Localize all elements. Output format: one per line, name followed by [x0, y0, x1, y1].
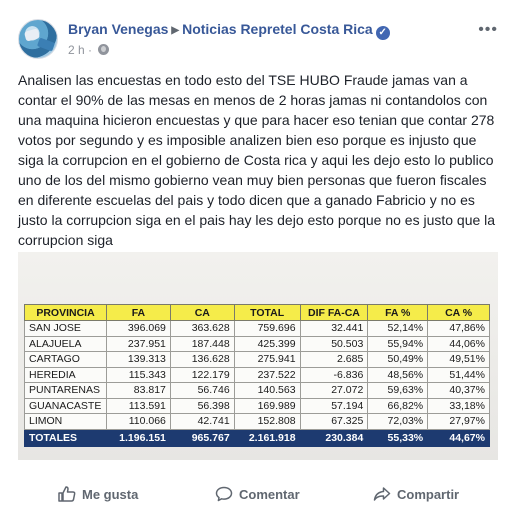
verified-badge-icon: ✓ [375, 26, 390, 40]
post-actions-bar: Me gusta Comentar Compartir [0, 480, 516, 512]
col-ca-pct: CA % [427, 304, 490, 321]
post-timestamp[interactable]: 2 h [68, 43, 85, 57]
col-dif: DIF FA-CA [299, 304, 369, 321]
table-row: GUANACASTE 113.591 56.398 169.989 57.194… [24, 397, 490, 414]
thumbs-up-icon [58, 486, 76, 502]
author-line: Bryan Venegas ▶ Noticias Repretel Costa Ri… [68, 21, 390, 40]
post-meta: 2 h · [68, 43, 110, 57]
comment-label: Comentar [239, 487, 300, 502]
col-provincia: PROVINCIA [24, 304, 107, 321]
share-button[interactable]: Compartir [373, 486, 459, 506]
table-row: HEREDIA 115.343 122.179 237.522 -6.836 4… [24, 366, 490, 383]
globe-icon [98, 44, 110, 55]
election-results-table: PROVINCIA FA CA TOTAL DIF FA-CA FA % CA … [24, 304, 490, 447]
table-header-row: PROVINCIA FA CA TOTAL DIF FA-CA FA % CA … [24, 304, 490, 321]
table-row: LIMON 110.066 42.741 152.808 67.325 72,0… [24, 413, 490, 430]
table-row: PUNTARENAS 83.817 56.746 140.563 27.072 … [24, 382, 490, 399]
share-arrow-icon [373, 487, 391, 501]
author-name[interactable]: Bryan Venegas [68, 21, 168, 37]
post-body: Analisen las encuestas en todo esto del … [18, 72, 496, 248]
post-image[interactable]: PROVINCIA FA CA TOTAL DIF FA-CA FA % CA … [18, 252, 498, 460]
like-label: Me gusta [82, 487, 139, 502]
table-row: CARTAGO 139.313 136.628 275.941 2.685 50… [24, 351, 490, 368]
table-total-row: TOTALES 1.196.151 965.767 2.161.918 230.… [24, 428, 490, 447]
comment-bubble-icon [215, 486, 233, 502]
table-row: ALAJUELA 237.951 187.448 425.399 50.503 … [24, 335, 490, 352]
like-button[interactable]: Me gusta [58, 486, 138, 506]
more-options-icon[interactable]: ••• [478, 21, 498, 39]
author-avatar[interactable] [18, 19, 58, 59]
facebook-post: Bryan Venegas ▶ Noticias Repretel Costa Ri… [0, 0, 516, 521]
col-ca: CA [169, 304, 235, 321]
post-header: Bryan Venegas ▶ Noticias Repretel Costa Ri… [18, 19, 504, 63]
table-row: SAN JOSE 396.069 363.628 759.696 32.441 … [24, 320, 490, 337]
col-total: TOTAL [233, 304, 301, 321]
col-fa-pct: FA % [367, 304, 429, 321]
share-label: Compartir [397, 487, 460, 502]
comment-button[interactable]: Comentar [215, 486, 300, 506]
caret-right-icon: ▶ [171, 25, 180, 36]
col-fa: FA [105, 304, 171, 321]
target-page-name[interactable]: Noticias Repretel Costa Rica [182, 21, 373, 37]
